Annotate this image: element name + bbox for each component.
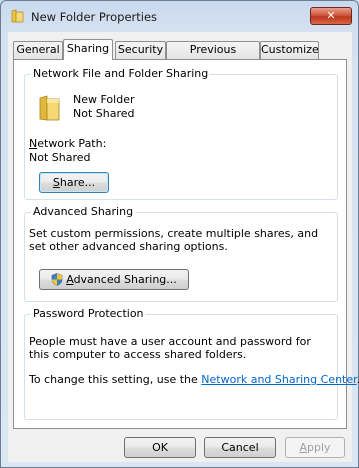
cancel-button[interactable]: Cancel: [204, 437, 276, 458]
window-title: New Folder Properties: [31, 10, 158, 24]
tab-security[interactable]: Security: [115, 41, 166, 59]
folder-icon: [11, 9, 24, 23]
password-protection-description: People must have a user account and pass…: [29, 335, 311, 361]
group-title: Advanced Sharing: [31, 205, 136, 218]
close-button[interactable]: ✕: [310, 7, 352, 25]
tab-customize[interactable]: Customize: [260, 41, 319, 59]
close-icon: ✕: [326, 9, 336, 22]
network-path-label: Network Path:: [29, 137, 107, 150]
tab-previous-versions[interactable]: Previous Versions: [166, 41, 260, 72]
apply-button[interactable]: Apply: [285, 437, 345, 458]
properties-window: New Folder Properties ✕ General Sharing …: [0, 0, 359, 468]
advanced-sharing-description: Set custom permissions, create multiple …: [29, 227, 319, 253]
advanced-sharing-button[interactable]: Advanced Sharing...: [39, 269, 189, 290]
title-bar[interactable]: New Folder Properties ✕: [1, 1, 358, 31]
group-title: Password Protection: [31, 307, 146, 320]
shield-icon: [51, 273, 63, 286]
share-button[interactable]: Share...: [39, 172, 109, 193]
folder-name: New Folder: [73, 93, 135, 106]
group-title: Network File and Folder Sharing: [31, 67, 211, 80]
tab-strip: General Sharing Security Previous Versio…: [13, 39, 347, 72]
sharing-tab-panel: Network File and Folder Sharing New Fold…: [13, 59, 359, 429]
tab-sharing[interactable]: Sharing: [63, 39, 113, 60]
network-sharing-group: Network File and Folder Sharing New Fold…: [24, 67, 338, 200]
password-protection-group: Password Protection People must have a u…: [24, 307, 359, 420]
ok-button[interactable]: OK: [124, 437, 196, 458]
folder-icon: [39, 95, 60, 121]
folder-share-status: Not Shared: [73, 107, 135, 120]
change-setting-text: To change this setting, use the Network …: [29, 373, 359, 386]
network-path-value: Not Shared: [29, 151, 91, 164]
advanced-sharing-group: Advanced Sharing Set custom permissions,…: [24, 205, 338, 302]
network-sharing-center-link[interactable]: Network and Sharing Center: [201, 373, 356, 386]
tab-general[interactable]: General: [13, 41, 63, 59]
dialog-client: General Sharing Security Previous Versio…: [8, 32, 359, 462]
